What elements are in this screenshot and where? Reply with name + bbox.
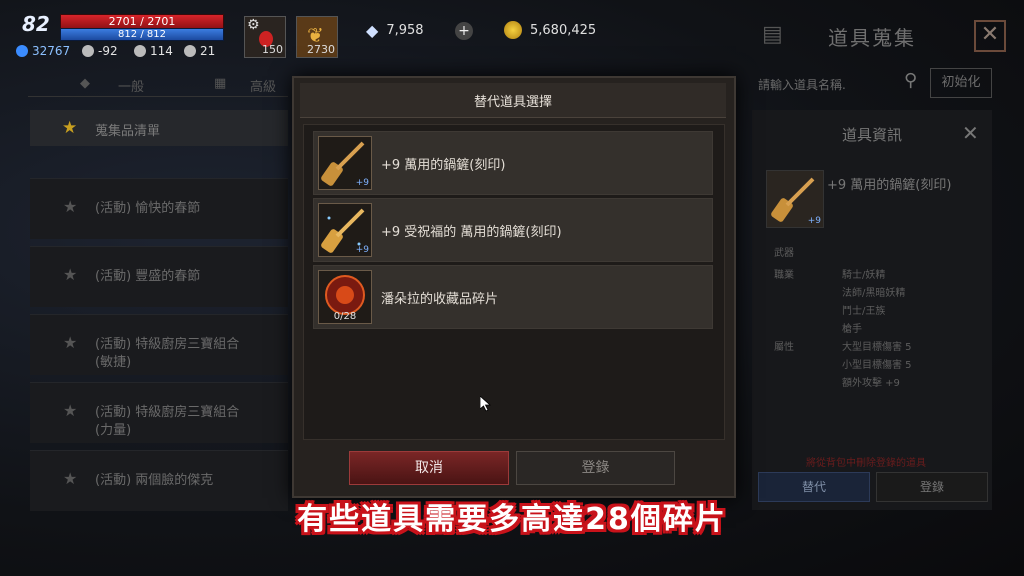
gold-coin-icon	[504, 21, 522, 39]
fragment-count: 0/28	[333, 311, 357, 322]
register-button[interactable]: 登錄	[516, 451, 675, 485]
slot-count: 150	[262, 43, 283, 56]
slot-count: 2730	[307, 43, 335, 56]
star-icon[interactable]: ★	[63, 401, 77, 420]
attr-value: 大型目標傷害 5	[842, 342, 912, 353]
star-icon[interactable]: ★	[63, 197, 77, 216]
crystal-amount: 7,958	[386, 23, 424, 38]
close-icon[interactable]: ✕	[962, 121, 979, 145]
class-value: 騎士/妖精	[842, 270, 886, 281]
item-name: +9 受祝福的 萬用的鍋鏟(刻印)	[381, 225, 562, 240]
attr-value: 額外攻擊 +9	[842, 378, 900, 389]
star-icon[interactable]: ★	[63, 265, 77, 284]
tab-icon: ◆	[80, 76, 90, 91]
item-badge: +9	[355, 245, 369, 255]
info-item-thumbnail: +9	[766, 170, 824, 228]
stat-chaos: -92	[82, 44, 118, 58]
stat-defense: 114	[134, 44, 173, 58]
list-item-label: (活動) 特級廚房三寶組合 (敏捷)	[95, 337, 240, 370]
class-value: 法師/黑暗妖精	[842, 288, 906, 299]
mp-bar: 812 / 812	[60, 28, 224, 41]
item-name: +9 萬用的鍋鏟(刻印)	[381, 158, 506, 173]
star-icon[interactable]: ★	[63, 333, 77, 352]
star-icon: ★	[62, 118, 78, 138]
add-currency-button[interactable]: +	[455, 22, 473, 40]
item-badge: +9	[807, 216, 821, 226]
potion-slot[interactable]: ⚙ 150	[244, 16, 286, 58]
item-thumbnail: 0/28	[318, 270, 372, 324]
gear-icon[interactable]: ⚙	[247, 17, 260, 33]
item-badge: +9	[355, 178, 369, 188]
item-name: 潘朵拉的收藏品碎片	[381, 292, 499, 307]
stat-value: 32767	[32, 44, 71, 58]
mouse-cursor-icon	[480, 396, 492, 412]
stat-value: -92	[98, 44, 118, 58]
reset-button[interactable]: 初始化	[930, 68, 992, 98]
close-window-button[interactable]: ✕	[974, 20, 1006, 52]
video-subtitle: 有些道具需要多高達28個碎片	[297, 502, 727, 537]
diamond-icon: ◆	[366, 21, 379, 40]
list-item-label: (活動) 愉快的春節	[95, 201, 201, 216]
window-title: 道具蒐集	[828, 26, 916, 50]
tab-advanced[interactable]: 高級	[250, 76, 276, 95]
gold-currency: 5,680,425	[504, 21, 596, 39]
item-thumbnail: +9	[318, 203, 372, 257]
item-slot[interactable]: ❦ 2730	[296, 16, 338, 58]
class-value: 鬥士/王族	[842, 306, 886, 317]
delete-warning: 將從背包中刪除登錄的道具	[806, 458, 926, 469]
list-item[interactable]	[313, 131, 713, 195]
mp-text: 812 / 812	[118, 29, 166, 40]
stat-combat-power: 32767	[16, 44, 70, 58]
type-label: 武器	[774, 248, 794, 259]
tab-normal[interactable]: 一般	[118, 76, 144, 95]
list-header-title: 蒐集品清單	[95, 124, 161, 139]
search-icon[interactable]: ⚲	[904, 70, 917, 91]
tab-icon: ▦	[214, 76, 227, 91]
modal-title: 替代道具選擇	[473, 95, 552, 110]
list-item[interactable]	[313, 265, 713, 329]
crystal-currency: ◆ 7,958	[366, 21, 424, 40]
search-input[interactable]: 請輸入道具名稱.	[758, 76, 846, 93]
list-item-label: (活動) 豐盛的春節	[95, 269, 201, 284]
item-thumbnail: +9	[318, 136, 372, 190]
attr-label: 屬性	[774, 342, 794, 353]
info-item-name: +9 萬用的鍋鏟(刻印)	[827, 178, 952, 193]
stat-weight: 21	[184, 44, 215, 58]
list-item-label: (活動) 特級廚房三寶組合 (力量)	[95, 405, 240, 438]
power-icon	[16, 45, 28, 57]
stat-value: 114	[150, 44, 173, 58]
skull-icon	[82, 45, 94, 57]
info-panel-title: 道具資訊	[842, 126, 903, 144]
gold-amount: 5,680,425	[530, 22, 597, 38]
attr-value: 小型目標傷害 5	[842, 360, 912, 371]
player-level: 82	[22, 12, 50, 36]
tab-row	[28, 72, 288, 97]
star-icon[interactable]: ★	[63, 469, 77, 488]
stat-value: 21	[200, 44, 216, 58]
helmet-icon	[134, 45, 146, 57]
class-label: 職業	[774, 270, 794, 281]
book-icon: ▤	[762, 22, 783, 47]
list-item-label: (活動) 兩個臉的傑克	[95, 473, 214, 488]
wing-icon	[184, 45, 196, 57]
hp-text: 2701 / 2701	[108, 15, 176, 28]
cancel-button[interactable]: 取消	[349, 451, 509, 485]
class-value: 槍手	[842, 324, 862, 335]
